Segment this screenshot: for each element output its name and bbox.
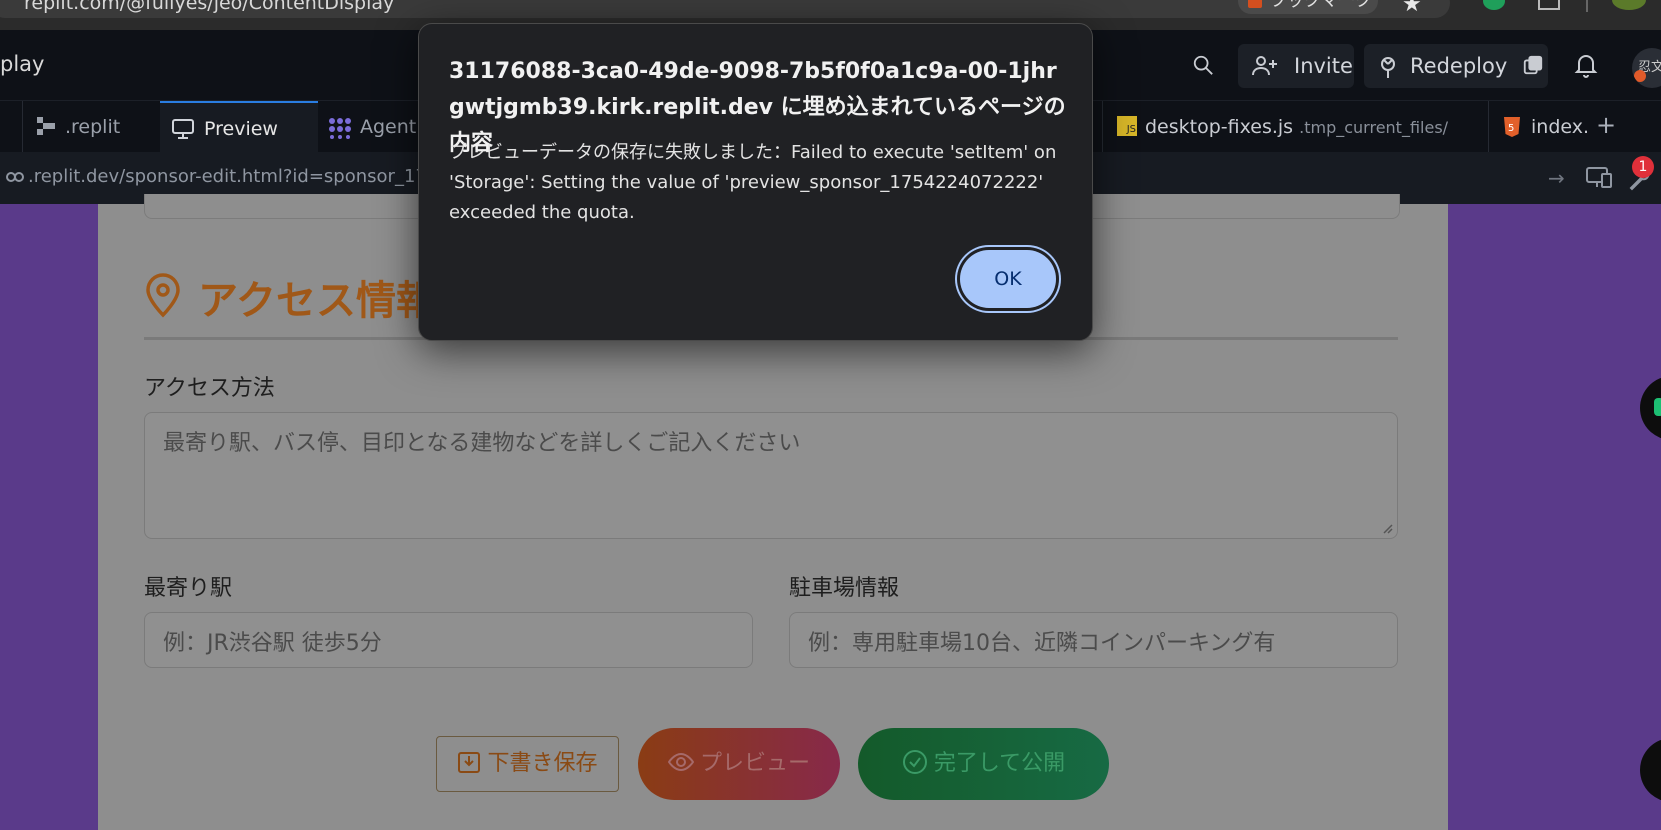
star-icon[interactable]: ★ <box>1402 0 1422 17</box>
extension-icon[interactable] <box>1483 0 1505 10</box>
add-user-icon <box>1252 56 1277 76</box>
parking-info-label: 駐車場情報 <box>789 576 900 601</box>
redeploy-label: Redeploy <box>1410 54 1508 78</box>
assistant-icon <box>1654 398 1661 416</box>
parking-info-input[interactable]: 例：専用駐車場10台、近隣コインパーキング有 <box>789 612 1398 668</box>
dialog-message: プレビューデータの保存に失敗しました：Failed to execute 'se… <box>449 142 1057 223</box>
devtools-icon[interactable] <box>1586 166 1612 188</box>
alert-dialog: 31176088-3ca0-49de-9098-7b5f0f0a1c9a-00-… <box>418 23 1093 341</box>
preview-label: プレビュー <box>699 751 810 776</box>
profile-icon[interactable] <box>1612 0 1646 10</box>
add-tab-icon[interactable]: + <box>1596 111 1616 139</box>
arrow-right-icon[interactable]: → <box>1548 166 1565 190</box>
nearest-station-placeholder: 例：JR渋谷駅 徒歩5分 <box>163 631 382 656</box>
save-draft-label: 下書き保存 <box>487 751 598 776</box>
section-title-text: アクセス情報 <box>198 278 436 324</box>
html5-file-icon: 5 <box>1504 117 1520 137</box>
tab-desktop-label: desktop-fixes.js <box>1145 116 1294 138</box>
nearest-station-label: 最寄り駅 <box>144 576 233 601</box>
monitor-icon <box>172 119 194 139</box>
preview-url-text: .replit.dev/sponsor-edit.html?id=sponsor… <box>28 166 462 187</box>
tab-index-html[interactable]: 5 index. <box>1488 101 1588 153</box>
bell-icon[interactable] <box>1574 52 1598 78</box>
search-icon[interactable] <box>1192 54 1214 76</box>
download-icon[interactable] <box>1538 0 1560 10</box>
ok-button[interactable]: OK <box>960 250 1056 308</box>
tab-replit[interactable]: .replit <box>22 101 158 153</box>
check-circle-icon <box>902 750 927 774</box>
save-draft-button[interactable]: 下書き保存 <box>436 736 619 792</box>
app-name[interactable]: play <box>0 52 44 76</box>
tab-preview[interactable]: Preview <box>160 101 318 153</box>
tab-desktop-path: .tmp_current_files/ <box>1299 118 1449 137</box>
agent-icon <box>329 118 351 139</box>
avatar[interactable]: 忍文 <box>1632 48 1661 88</box>
notification-dot <box>1634 70 1646 82</box>
tab-index-label: index. <box>1531 116 1588 138</box>
javascript-file-icon: JS <box>1117 116 1137 136</box>
invite-label: Invite <box>1294 54 1353 78</box>
access-method-textarea[interactable]: 最寄り駅、バス停、目印となる建物などを詳しくご記入ください <box>144 412 1398 539</box>
preview-url[interactable]: .replit.dev/sponsor-edit.html?id=sponsor… <box>6 166 461 187</box>
browser-address-bar[interactable]: replit.com/@fullyes/jeo/ContentDisplay <box>0 0 1450 18</box>
browser-chip-label: ブックマーク <box>1270 0 1372 11</box>
section-title: アクセス情報 <box>144 268 436 326</box>
eye-icon <box>667 752 695 772</box>
tab-preview-label: Preview <box>204 118 278 140</box>
notification-badge: 1 <box>1632 156 1654 178</box>
replit-file-icon <box>37 117 55 135</box>
nearest-station-input[interactable]: 例：JR渋谷駅 徒歩5分 <box>144 612 753 668</box>
access-method-placeholder: 最寄り駅、バス停、目印となる建物などを詳しくご記入ください <box>163 431 801 456</box>
redeploy-button[interactable]: Redeploy <box>1364 44 1548 88</box>
parking-info-placeholder: 例：専用駐車場10台、近隣コインパーキング有 <box>808 631 1276 656</box>
access-method-label: アクセス方法 <box>144 376 275 401</box>
deploy-icon <box>1381 57 1395 78</box>
invite-button[interactable]: Invite <box>1238 44 1354 88</box>
tab-desktop-fixes[interactable]: JS desktop-fixes.js .tmp_current_files/ <box>1102 101 1482 153</box>
link-icon <box>6 172 24 182</box>
download-icon <box>458 752 481 773</box>
publish-button[interactable]: 完了して公開 <box>858 728 1109 800</box>
toolbar-divider <box>1586 0 1588 12</box>
copy-icon[interactable] <box>1522 54 1544 76</box>
preview-button[interactable]: プレビュー <box>638 728 840 800</box>
svg-text:5: 5 <box>1508 123 1514 134</box>
tab-replit-label: .replit <box>65 116 121 138</box>
resize-handle-icon[interactable] <box>1381 522 1393 534</box>
browser-bookmark-chip[interactable]: ブックマーク <box>1238 0 1378 14</box>
tab-agent-label: Agent <box>360 116 417 138</box>
browser-url-text: replit.com/@fullyes/jeo/ContentDisplay <box>24 0 395 14</box>
publish-label: 完了して公開 <box>933 751 1066 776</box>
map-pin-icon <box>146 273 180 318</box>
bookmark-icon <box>1248 0 1262 8</box>
